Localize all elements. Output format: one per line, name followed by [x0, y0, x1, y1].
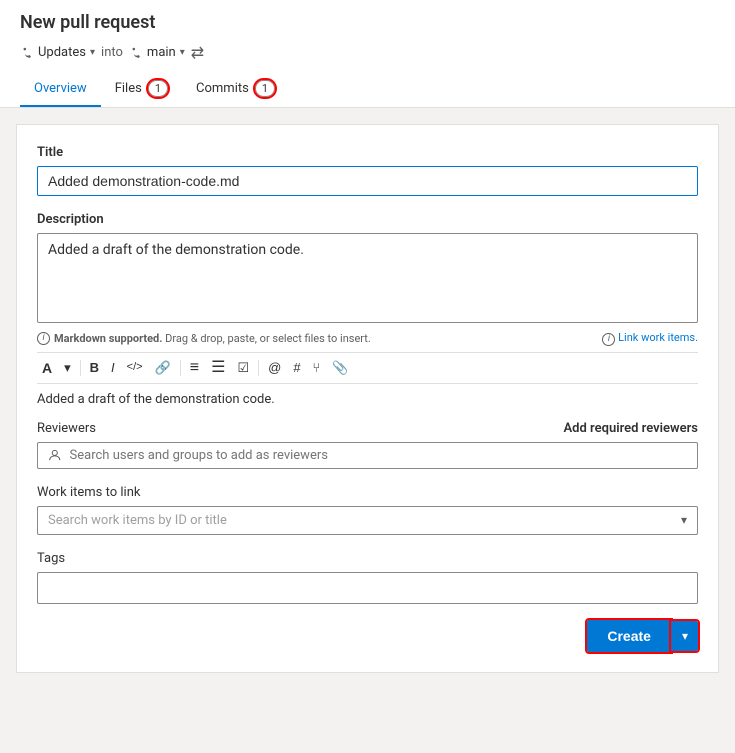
toolbar-hash-btn[interactable]: # — [288, 358, 305, 377]
toolbar-pullrequest-btn[interactable]: ⑂ — [308, 358, 326, 377]
reviewers-search-input[interactable] — [70, 448, 687, 463]
toolbar-code-btn[interactable]: </> — [122, 359, 148, 376]
source-branch-chevron: ▾ — [90, 47, 95, 58]
work-items-label: Work items to link — [37, 485, 698, 500]
toolbar-attachment-btn[interactable]: 📎 — [327, 358, 353, 377]
link-work-items-link[interactable]: Link work items. — [618, 331, 698, 344]
toolbar-heading-btn[interactable]: A — [37, 358, 57, 378]
toolbar-link-btn[interactable]: 🔗 — [150, 358, 176, 377]
tab-overview-label: Overview — [34, 81, 87, 96]
description-label: Description — [37, 212, 698, 227]
markdown-info-icon: i — [37, 332, 50, 345]
branch-icon — [20, 46, 34, 60]
tags-label: Tags — [37, 551, 698, 566]
tab-files-label: Files — [115, 81, 142, 96]
into-text: into — [101, 45, 123, 60]
work-items-chevron-icon: ▾ — [681, 513, 687, 527]
branch-row: Updates ▾ into main ▾ ⇄ — [20, 43, 715, 62]
tabs-row: Overview Files 1 Commits 1 — [20, 72, 715, 107]
tab-commits[interactable]: Commits 1 — [182, 72, 289, 107]
tab-overview[interactable]: Overview — [20, 72, 101, 107]
files-badge: 1 — [148, 80, 168, 97]
target-branch-chevron: ▾ — [180, 47, 185, 58]
target-branch-label: main — [147, 45, 176, 60]
toolbar-ordered-list-btn[interactable]: ≡ — [185, 357, 204, 379]
toolbar-sep-3 — [258, 360, 259, 376]
markdown-hint-text: Markdown supported. Drag & drop, paste, … — [54, 332, 371, 345]
add-required-reviewers-button[interactable]: Add required reviewers — [564, 421, 699, 436]
target-branch-button[interactable]: main ▾ — [129, 45, 185, 60]
title-label: Title — [37, 145, 698, 160]
swap-branches-icon[interactable]: ⇄ — [191, 43, 204, 62]
work-items-placeholder: Search work items by ID or title — [48, 513, 227, 528]
toolbar-more-btn[interactable]: ▾ — [59, 358, 76, 377]
main-content: Title Description Added a draft of the d… — [16, 124, 719, 673]
reviewers-label: Reviewers — [37, 421, 96, 436]
create-dropdown-chevron-icon: ▾ — [682, 629, 688, 643]
create-button[interactable]: Create — [587, 620, 671, 652]
page-header: New pull request Updates ▾ into main ▾ ⇄… — [0, 0, 735, 108]
toolbar-sep-1 — [80, 360, 81, 376]
title-input[interactable] — [37, 166, 698, 196]
markdown-hint-row: i Markdown supported. Drag & drop, paste… — [37, 331, 698, 346]
toolbar-sep-2 — [180, 360, 181, 376]
footer-row: Create ▾ — [37, 620, 698, 652]
page-title: New pull request — [20, 12, 715, 33]
preview-text: Added a draft of the demonstration code. — [37, 392, 698, 407]
work-items-dropdown[interactable]: Search work items by ID or title ▾ — [37, 506, 698, 535]
source-branch-button[interactable]: Updates ▾ — [20, 45, 95, 60]
toolbar-unordered-list-btn[interactable]: ☰ — [206, 357, 230, 379]
toolbar: A ▾ B I </> 🔗 ≡ ☰ ☑ @ # ⑂ 📎 — [37, 352, 698, 384]
reviewers-search-wrap[interactable] — [37, 442, 698, 469]
reviewers-person-icon — [48, 448, 62, 462]
toolbar-bold-btn[interactable]: B — [85, 358, 104, 377]
tab-files[interactable]: Files 1 — [101, 72, 182, 107]
link-work-items-icon: i — [602, 333, 615, 346]
tags-input[interactable] — [37, 572, 698, 604]
reviewers-section-row: Reviewers Add required reviewers — [37, 421, 698, 436]
description-textarea[interactable]: Added a draft of the demonstration code. — [37, 233, 698, 323]
toolbar-italic-btn[interactable]: I — [106, 358, 120, 377]
toolbar-task-list-btn[interactable]: ☑ — [232, 358, 254, 377]
commits-badge: 1 — [255, 80, 275, 97]
branch-icon-target — [129, 46, 143, 60]
tab-commits-label: Commits — [196, 81, 249, 96]
toolbar-mention-btn[interactable]: @ — [263, 358, 286, 377]
create-dropdown-button[interactable]: ▾ — [671, 621, 698, 651]
source-branch-label: Updates — [38, 45, 86, 60]
